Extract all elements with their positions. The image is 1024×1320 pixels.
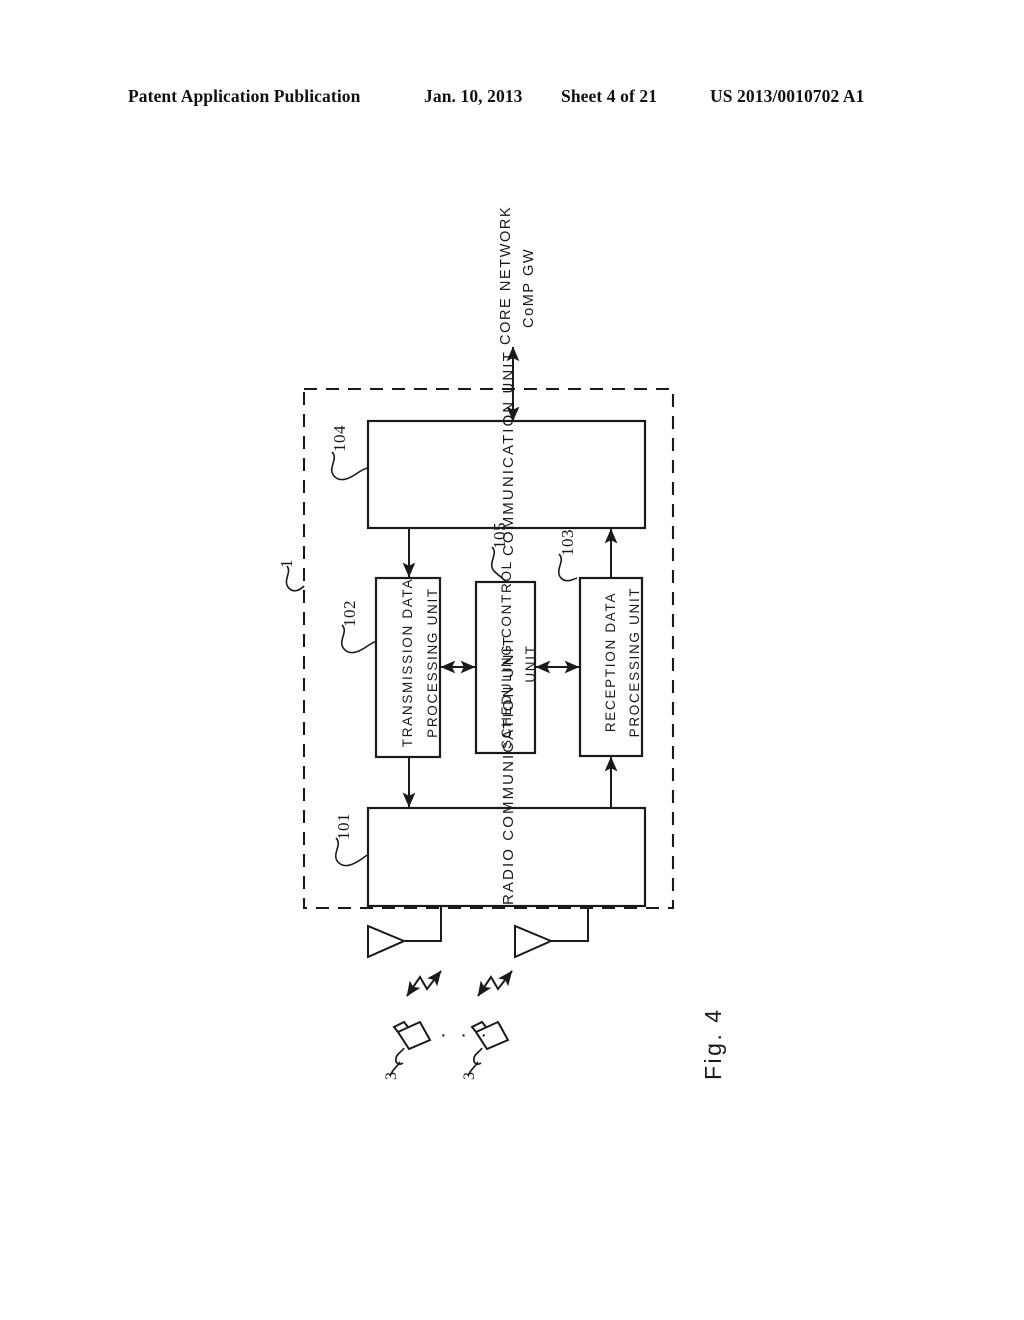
ref-104-leader-line: [330, 451, 369, 481]
ref-103-leader-line: [557, 553, 578, 582]
reception-data-processing-unit-label-line2: PROCESSING UNIT: [627, 586, 642, 738]
ref-numeral-104: 104: [330, 425, 349, 452]
ref-1-leader-line: [285, 565, 305, 592]
figure-caption: Fig. 4: [700, 1007, 726, 1080]
antenna-2-icon: [514, 924, 554, 959]
ref-numeral-101: 101: [334, 813, 353, 840]
comp-gw-label: CoMP GW: [521, 247, 537, 328]
figure-4-drawing: CORE NETWORK CoMP GW 1 COMMUNICATION UNI…: [0, 0, 1024, 1320]
ref-101-leader-line: [334, 837, 369, 867]
ref-numeral-103: 103: [558, 529, 577, 556]
mobile-terminal-icon-1: [392, 1020, 432, 1066]
ref-numeral-terminal-2: 3: [461, 1072, 478, 1080]
core-network-label: CORE NETWORK: [498, 205, 514, 345]
ref-numeral-terminal-1: 3: [383, 1072, 400, 1080]
radio-communication-unit-label: RADIO COMMUNICATION UNIT: [500, 634, 517, 905]
ref-102-leader-line: [340, 624, 378, 654]
antenna-1-icon: [367, 924, 407, 959]
radio-wave-arrow-1: [406, 970, 442, 997]
scheduling-control-unit-label-line2: UNIT: [523, 644, 538, 683]
transmission-data-processing-unit-label-line1: TRANSMISSION DATA: [400, 577, 415, 748]
reception-data-processing-unit-label-line1: RECEPTION DATA: [603, 591, 618, 733]
terminal-ellipsis: · · ·: [440, 1024, 492, 1046]
radio-wave-arrow-2: [477, 970, 513, 997]
antenna-2-feed-line: [551, 906, 589, 942]
ref-numeral-105: 105: [490, 522, 509, 549]
transmission-data-processing-unit-label-line2: PROCESSING UNIT: [425, 587, 440, 738]
ref-numeral-1: 1: [277, 559, 296, 568]
antenna-1-feed-line: [404, 906, 442, 942]
ref-numeral-102: 102: [340, 600, 359, 627]
